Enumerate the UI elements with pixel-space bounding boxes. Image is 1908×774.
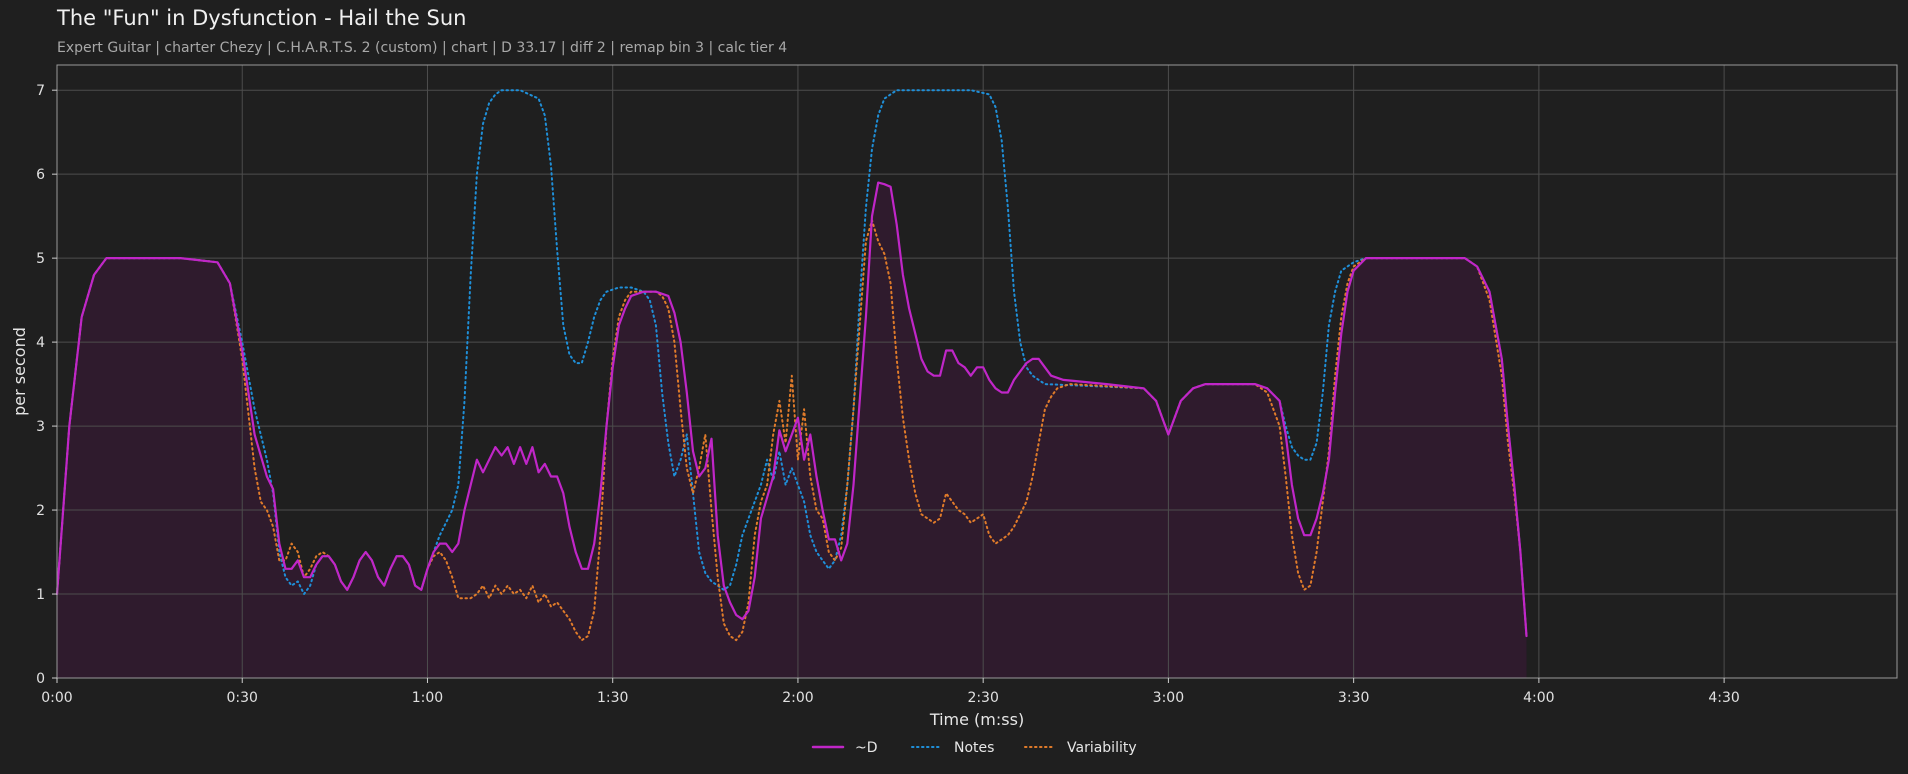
legend-label: ~D <box>855 740 878 756</box>
y-tick-label: 4 <box>36 335 45 351</box>
y-axis-ticks: 0 1 2 3 4 5 6 7 <box>36 83 57 687</box>
x-tick-label: 1:30 <box>597 690 628 706</box>
y-tick-label: 1 <box>36 587 45 603</box>
legend-label: Notes <box>954 740 994 756</box>
y-tick-label: 6 <box>36 167 45 183</box>
y-tick-label: 3 <box>36 419 45 435</box>
x-tick-label: 4:30 <box>1708 690 1739 706</box>
y-axis-label: per second <box>10 327 29 416</box>
legend-label: Variability <box>1067 740 1137 756</box>
x-axis-label: Time (m:ss) <box>929 710 1024 729</box>
y-tick-label: 2 <box>36 503 45 519</box>
density-chart: 0:00 0:30 1:00 1:30 2:00 2:30 3:00 3:30 4:00 4:30… <box>10 64 1898 756</box>
x-tick-label: 0:30 <box>227 690 258 706</box>
x-tick-label: 1:00 <box>412 690 443 706</box>
fill-layer <box>57 182 1527 678</box>
x-tick-label: 2:00 <box>782 690 813 706</box>
y-tick-label: 5 <box>36 251 45 267</box>
series-fill-0 <box>57 182 1527 678</box>
x-tick-label: 3:30 <box>1338 690 1369 706</box>
x-axis-ticks: 0:00 0:30 1:00 1:30 2:00 2:30 3:00 3:30 4:00 4:30 <box>41 678 1740 706</box>
x-tick-label: 0:00 <box>41 690 72 706</box>
x-tick-label: 3:00 <box>1153 690 1184 706</box>
legend: ~D Notes Variability <box>811 740 1137 756</box>
y-tick-label: 0 <box>36 671 45 687</box>
x-tick-label: 4:00 <box>1523 690 1554 706</box>
x-tick-label: 2:30 <box>967 690 998 706</box>
y-tick-label: 7 <box>36 83 45 99</box>
